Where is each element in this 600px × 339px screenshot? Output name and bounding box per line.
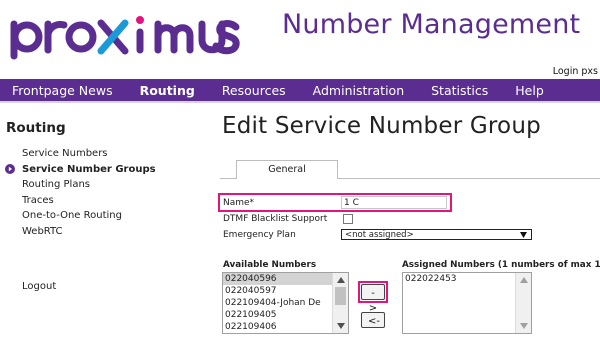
remove-number-button[interactable]: <-	[361, 312, 385, 328]
sidebar-item-routing-plans[interactable]: Routing Plans	[22, 177, 156, 193]
scroll-up-icon[interactable]	[337, 277, 345, 283]
scroll-down-icon[interactable]	[520, 323, 528, 329]
sidebar-title: Routing	[6, 120, 66, 136]
sidebar-item-label: Service Numbers	[22, 148, 108, 159]
name-label: Name*	[223, 198, 255, 208]
list-item[interactable]: 022109404-Johan De	[223, 297, 333, 309]
sidebar-item-label: Routing Plans	[22, 179, 91, 190]
scroll-thumb[interactable]	[335, 287, 346, 305]
main-nav: Frontpage News Routing Resources Adminis…	[0, 79, 600, 101]
emergency-plan-value: <not assigned>	[345, 230, 414, 240]
sidebar-item-label: Service Number Groups	[22, 163, 156, 175]
nav-frontpage-news[interactable]: Frontpage News	[0, 83, 113, 98]
nav-help[interactable]: Help	[503, 83, 544, 98]
header: Number Management Login pxs	[0, 0, 600, 80]
list-item[interactable]: 022022453	[403, 273, 513, 285]
scroll-down-icon[interactable]	[337, 323, 345, 329]
nav-routing[interactable]: Routing	[128, 83, 195, 98]
sidebar-item-service-number-groups[interactable]: Service Number Groups	[5, 162, 156, 178]
app-title: Number Management	[282, 9, 581, 40]
tab-general[interactable]: General	[236, 160, 338, 179]
list-item[interactable]: 022040596	[223, 273, 333, 285]
nav-administration[interactable]: Administration	[301, 83, 404, 98]
nav-resources[interactable]: Resources	[210, 83, 286, 98]
sidebar-item-one-to-one-routing[interactable]: One-to-One Routing	[22, 208, 156, 224]
available-numbers-list[interactable]: 022040596 022040597 022109404-Johan De 0…	[222, 272, 349, 334]
name-field[interactable]	[341, 196, 447, 209]
list-item[interactable]: 022109406	[223, 321, 333, 333]
assigned-numbers-heading: Assigned Numbers (1 numbers of max 1000)	[402, 260, 600, 270]
assigned-numbers-list[interactable]: 022022453	[402, 272, 532, 334]
sidebar-item-label: One-to-One Routing	[22, 210, 122, 221]
login-status[interactable]: Login pxs	[553, 66, 598, 77]
dtmf-label: DTMF Blacklist Support	[223, 214, 328, 224]
nav-statistics[interactable]: Statistics	[419, 83, 488, 98]
available-numbers-heading: Available Numbers	[223, 260, 317, 270]
list-item[interactable]: 022040597	[223, 285, 333, 297]
sidebar-item-webrtc[interactable]: WebRTC	[22, 224, 156, 240]
proximus-logo	[10, 16, 240, 60]
page-title: Edit Service Number Group	[222, 113, 541, 139]
available-list-scrollbar[interactable]	[332, 273, 348, 333]
scroll-up-icon[interactable]	[520, 277, 528, 283]
sidebar: Service Numbers Service Number Groups Ro…	[5, 146, 156, 240]
emergency-plan-label: Emergency Plan	[223, 230, 296, 240]
list-item[interactable]: 022109405	[223, 309, 333, 321]
emergency-plan-select[interactable]: <not assigned>	[341, 229, 532, 240]
logout-link[interactable]: Logout	[22, 281, 56, 292]
dropdown-arrow-icon	[520, 232, 527, 238]
add-number-button[interactable]: ->	[361, 284, 385, 314]
assigned-list-scrollbar[interactable]	[515, 273, 531, 333]
active-bullet-icon	[5, 164, 15, 174]
sidebar-item-label: Traces	[22, 194, 54, 206]
sidebar-item-traces[interactable]: Traces	[22, 193, 156, 209]
nav-divider	[0, 101, 600, 103]
sidebar-item-label: WebRTC	[22, 225, 63, 237]
sidebar-item-service-numbers[interactable]: Service Numbers	[22, 146, 156, 162]
dtmf-blacklist-checkbox[interactable]	[343, 214, 353, 224]
